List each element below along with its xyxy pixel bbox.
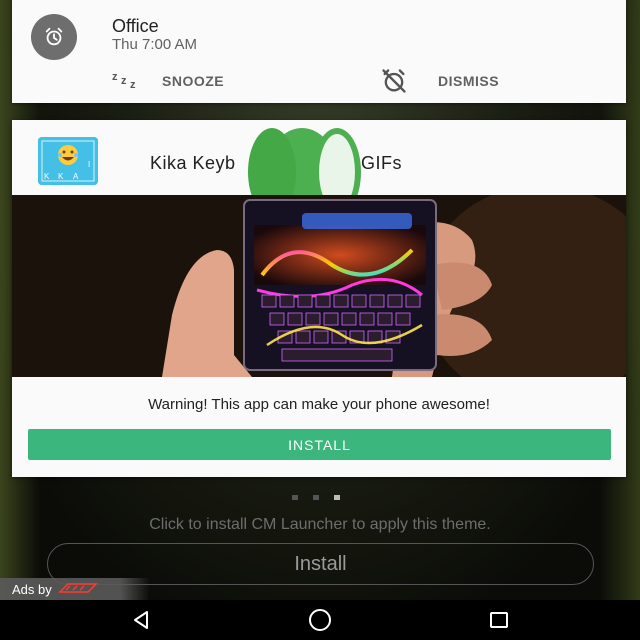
navigation-bar: [0, 600, 640, 640]
pager-dot: [292, 495, 298, 500]
dismiss-button[interactable]: DISMISS: [380, 66, 499, 96]
svg-text:K: K: [44, 172, 50, 181]
cm-logo-icon: [57, 582, 98, 597]
back-triangle-icon[interactable]: [126, 608, 156, 632]
svg-text:z: z: [112, 71, 119, 83]
kika-keyboard-icon: K K I A: [38, 137, 98, 185]
ad-warning-text: Warning! This app can make your phone aw…: [148, 396, 490, 413]
snooze-button[interactable]: z z z SNOOZE: [112, 66, 224, 96]
svg-text:z: z: [130, 79, 137, 89]
ads-by-badge[interactable]: Ads by: [0, 578, 150, 600]
ad-banner-image[interactable]: [12, 195, 626, 377]
dismiss-label: DISMISS: [438, 73, 500, 89]
home-circle-icon[interactable]: [305, 608, 335, 632]
svg-text:z: z: [121, 75, 128, 87]
pager-indicator: [292, 495, 340, 500]
ads-by-label: Ads by: [12, 581, 52, 597]
ad-app-title-part1: Kika Keyb: [150, 153, 236, 173]
pager-dot-active: [334, 495, 340, 500]
alarm-notification[interactable]: Office Thu 7:00 AM z z z SNOOZE DISMISS: [12, 0, 626, 103]
snooze-icon: z z z: [112, 71, 148, 92]
alarm-clock-icon: [31, 14, 77, 60]
pager-dot: [313, 495, 319, 500]
alarm-time: Thu 7:00 AM: [112, 36, 198, 53]
svg-text:I: I: [88, 160, 90, 169]
recents-square-icon[interactable]: [484, 608, 514, 632]
svg-text:A: A: [73, 172, 79, 181]
snooze-label: SNOOZE: [162, 73, 225, 89]
ad-card[interactable]: K K I A Kika Keyb jis, GIFs Warning! Thi…: [12, 120, 626, 477]
alarm-off-icon: [380, 67, 408, 95]
install-hint-text: Click to install CM Launcher to apply th…: [149, 516, 491, 533]
svg-text:K: K: [58, 172, 64, 181]
ad-install-button[interactable]: INSTALL: [28, 429, 611, 460]
alarm-title: Office: [112, 16, 159, 36]
